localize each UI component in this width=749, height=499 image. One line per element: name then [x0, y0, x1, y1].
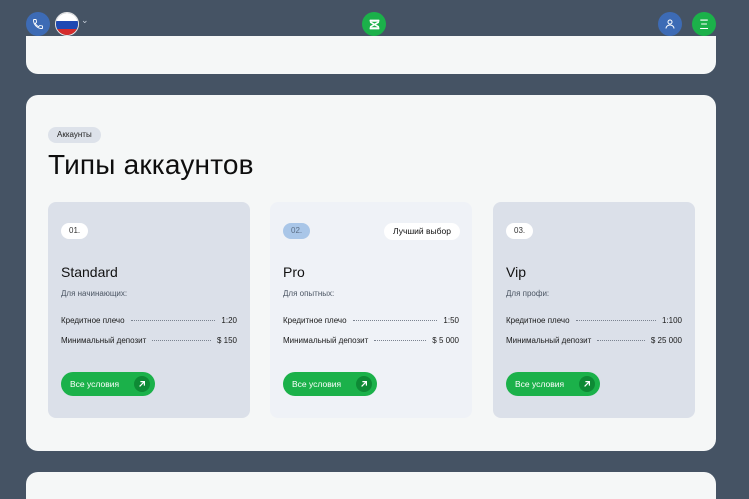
phone-icon	[33, 19, 43, 29]
all-conditions-button[interactable]: Все условия	[506, 372, 600, 396]
card-title: Vip	[506, 264, 526, 280]
dotted-leader	[130, 319, 216, 321]
leverage-value: 1:50	[443, 315, 459, 325]
account-button[interactable]	[658, 12, 682, 36]
account-card-pro: 02. Лучший выбор Pro Для опытных: Кредит…	[270, 202, 472, 418]
arrow-up-right-icon	[579, 376, 595, 392]
account-card-standard: 01. Standard Для начинающих: Кредитное п…	[48, 202, 250, 418]
leverage-label: Кредитное плечо	[506, 315, 570, 325]
leverage-value: 1:100	[661, 315, 682, 325]
section-chip: Аккаунты	[48, 127, 101, 143]
all-conditions-button[interactable]: Все условия	[283, 372, 377, 396]
deposit-value: $ 150	[216, 335, 237, 345]
button-label: Все условия	[70, 379, 120, 389]
deposit-row: Минимальный депозит $ 25 000	[506, 334, 682, 346]
deposit-label: Минимальный депозит	[61, 335, 147, 345]
russia-flag-icon	[56, 13, 78, 21]
menu-icon: Ξ	[699, 16, 709, 32]
deposit-row: Минимальный депозит $ 5 000	[283, 334, 459, 346]
dotted-leader	[152, 339, 211, 341]
leverage-label: Кредитное плечо	[283, 315, 347, 325]
dotted-leader	[352, 319, 438, 321]
deposit-value: $ 25 000	[650, 335, 682, 345]
leverage-value: 1:20	[221, 315, 237, 325]
leverage-row: Кредитное плечо 1:100	[506, 314, 682, 326]
top-panel	[26, 36, 716, 74]
leverage-row: Кредитное плечо 1:20	[61, 314, 237, 326]
card-title: Standard	[61, 264, 118, 280]
dotted-leader	[597, 339, 645, 341]
card-number: 02.	[283, 223, 311, 239]
account-types-section: Аккаунты Типы аккаунтов 01. Standard Для…	[26, 95, 716, 451]
section-title: Типы аккаунтов	[48, 149, 254, 180]
button-label: Все условия	[292, 379, 342, 389]
brand-logo-icon	[369, 19, 379, 29]
leverage-row: Кредитное плечо 1:50	[283, 314, 459, 326]
all-conditions-button[interactable]: Все условия	[61, 372, 155, 396]
best-choice-badge: Лучший выбор	[384, 223, 460, 240]
card-subtitle: Для профи:	[506, 289, 550, 298]
phone-button[interactable]	[26, 12, 50, 36]
button-label: Все условия	[515, 379, 565, 389]
deposit-label: Минимальный депозит	[506, 335, 592, 345]
deposit-label: Минимальный депозит	[283, 335, 369, 345]
menu-button[interactable]: Ξ	[692, 12, 716, 36]
dotted-leader	[575, 319, 656, 321]
deposit-value: $ 5 000	[432, 335, 459, 345]
card-number: 03.	[506, 223, 534, 239]
bottom-panel	[26, 472, 716, 499]
deposit-row: Минимальный депозит $ 150	[61, 334, 237, 346]
card-subtitle: Для начинающих:	[61, 289, 128, 298]
account-card-vip: 03. Vip Для профи: Кредитное плечо 1:100…	[493, 202, 695, 418]
card-subtitle: Для опытных:	[283, 289, 335, 298]
chevron-down-icon[interactable]: ⌄	[81, 15, 89, 26]
card-number: 01.	[61, 223, 89, 239]
arrow-up-right-icon	[356, 376, 372, 392]
language-switcher[interactable]	[55, 12, 79, 36]
leverage-label: Кредитное плечо	[61, 315, 125, 325]
dotted-leader	[374, 339, 427, 341]
card-title: Pro	[283, 264, 305, 280]
arrow-up-right-icon	[134, 376, 150, 392]
user-icon	[665, 19, 675, 29]
brand-logo[interactable]	[362, 12, 386, 36]
